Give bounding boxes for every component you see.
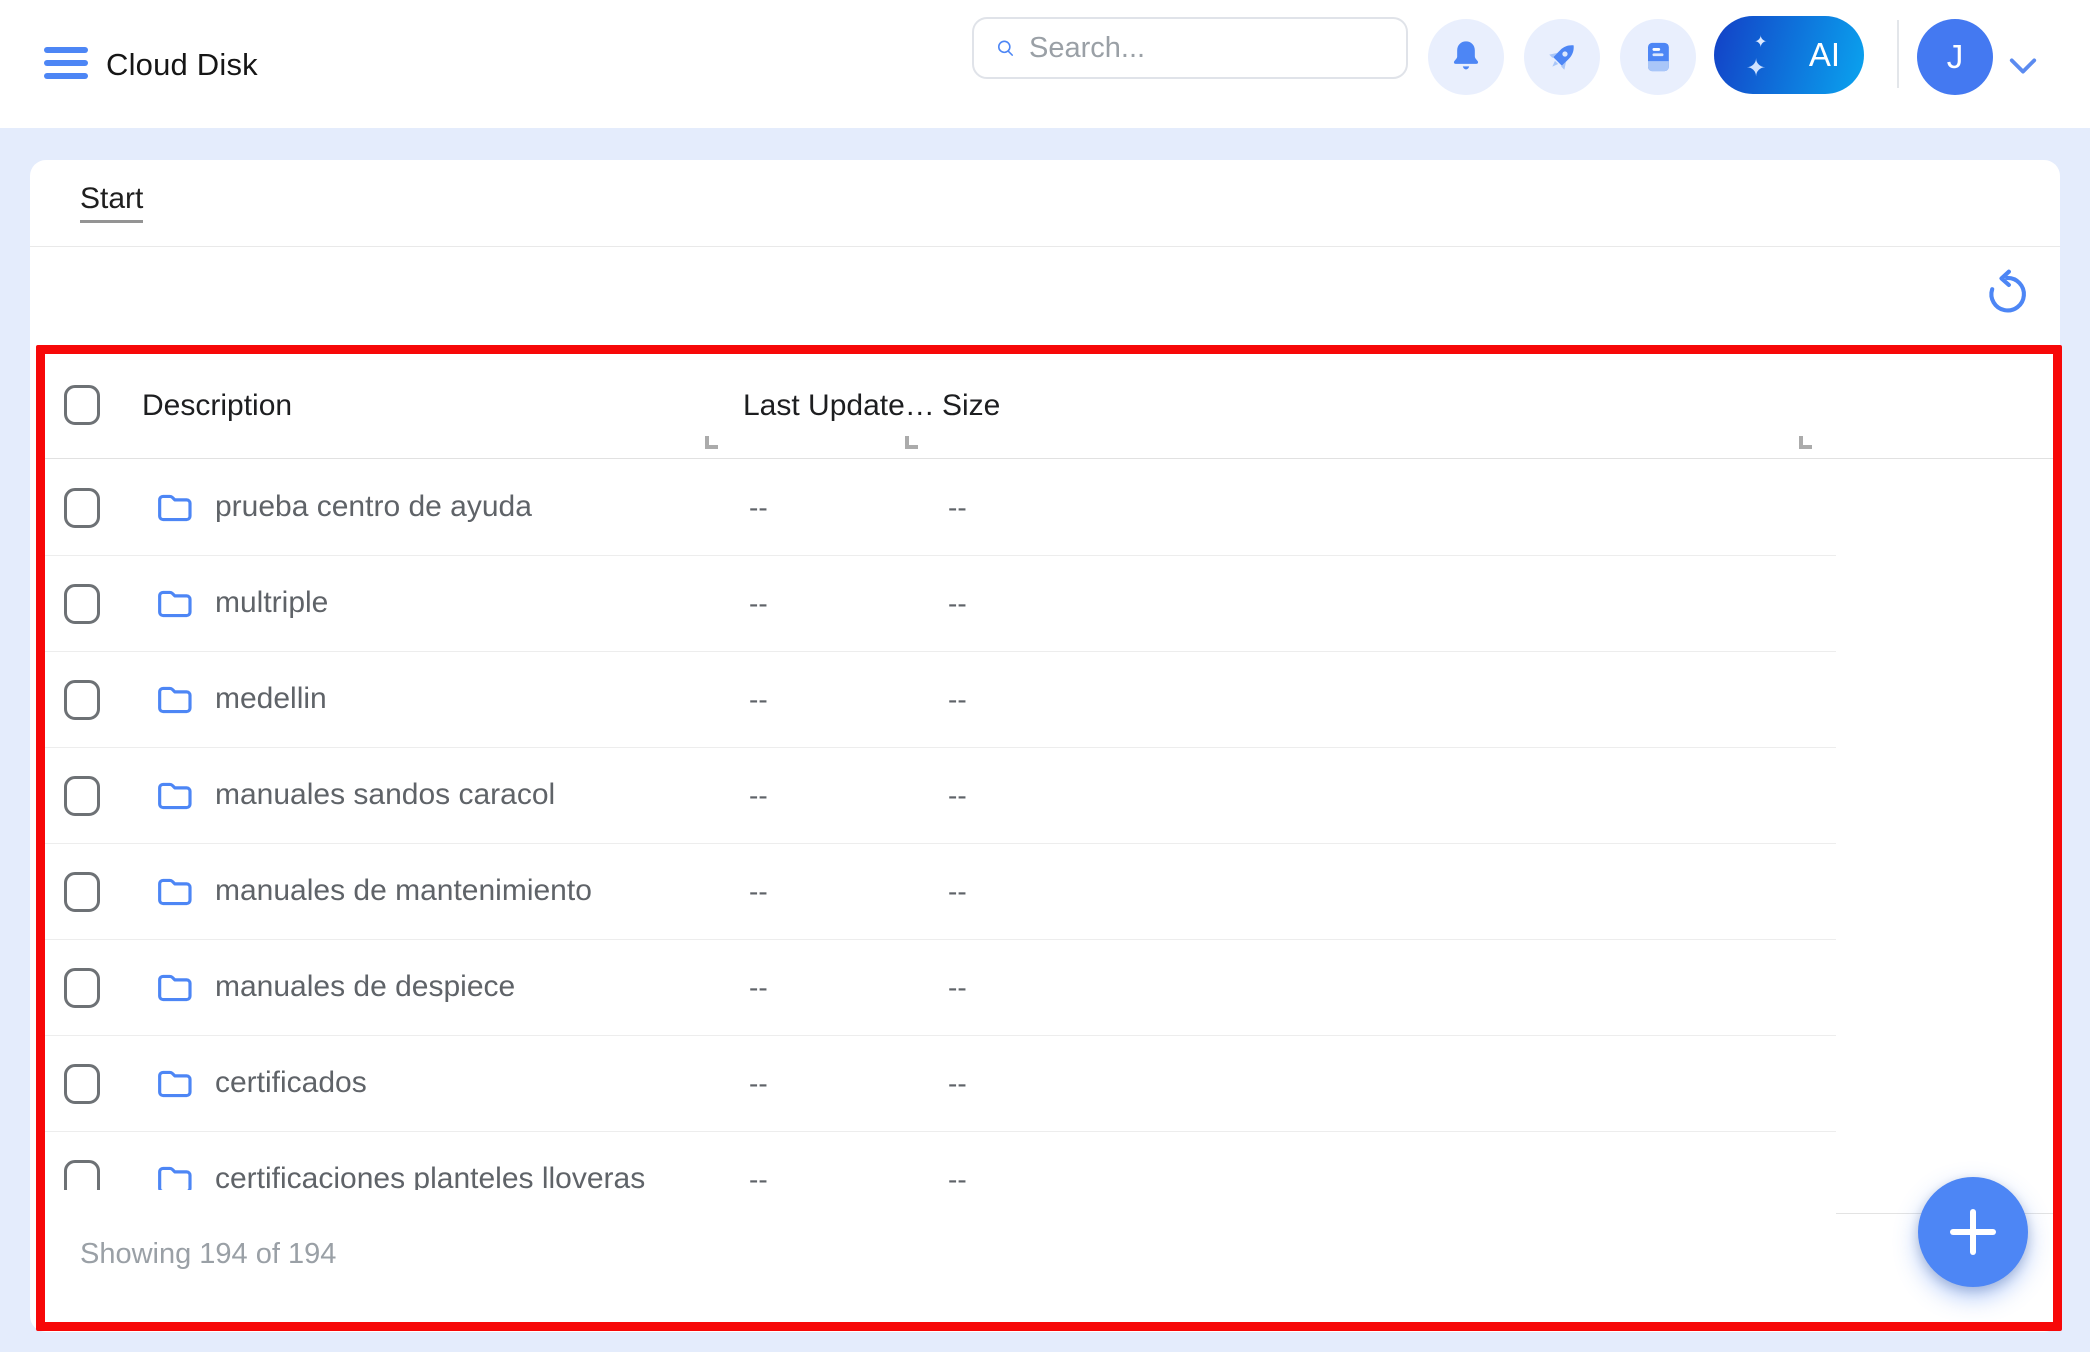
sparkle-icon: ✦ [1754, 32, 1767, 52]
item-name[interactable]: manuales de mantenimiento [215, 874, 592, 908]
item-name[interactable]: certificados [215, 1066, 367, 1100]
item-size: -- [948, 972, 967, 1004]
table-row[interactable]: medellin -- -- [36, 652, 1836, 748]
folder-icon [154, 1064, 194, 1104]
documents-button[interactable] [1620, 19, 1696, 95]
table-row[interactable]: multriple -- -- [36, 556, 1836, 652]
table-row[interactable]: manuales de despiece -- -- [36, 940, 1836, 1036]
bell-icon [1446, 37, 1486, 77]
column-header-last-update[interactable]: Last Update… [743, 389, 935, 423]
folder-icon [154, 488, 194, 528]
header-divider [1897, 20, 1899, 88]
column-header-size[interactable]: Size [942, 389, 1000, 423]
table-row[interactable]: manuales sandos caracol -- -- [36, 748, 1836, 844]
document-icon [1638, 37, 1678, 77]
breadcrumb-divider [30, 246, 2060, 247]
folder-icon [154, 968, 194, 1008]
item-last-update: -- [749, 492, 768, 524]
row-checkbox[interactable] [64, 680, 100, 720]
row-checkbox[interactable] [64, 1160, 100, 1190]
app-title: Cloud Disk [106, 47, 258, 83]
search-icon [996, 27, 1015, 69]
item-last-update: -- [749, 684, 768, 716]
refresh-icon [1982, 268, 2034, 320]
notifications-button[interactable] [1428, 19, 1504, 95]
select-all-checkbox[interactable] [64, 385, 100, 425]
column-header-description[interactable]: Description [142, 389, 292, 423]
launch-button[interactable] [1524, 19, 1600, 95]
search-box[interactable] [972, 17, 1408, 79]
row-checkbox[interactable] [64, 776, 100, 816]
item-name[interactable]: manuales sandos caracol [215, 778, 555, 812]
item-name[interactable]: manuales de despiece [215, 970, 515, 1004]
item-size: -- [948, 492, 967, 524]
column-resize-handle[interactable] [705, 436, 718, 449]
row-checkbox[interactable] [64, 968, 100, 1008]
item-name[interactable]: certificaciones planteles lloveras [215, 1162, 645, 1190]
table-header: Description Last Update… Size [30, 345, 2060, 459]
folder-icon [154, 584, 194, 624]
avatar-initial: J [1947, 38, 1964, 76]
table-row[interactable]: certificados -- -- [36, 1036, 1836, 1132]
item-last-update: -- [749, 1164, 768, 1190]
refresh-button[interactable] [1982, 268, 2034, 320]
item-last-update: -- [749, 780, 768, 812]
column-resize-handle[interactable] [905, 436, 918, 449]
content-card: Start Description Last Update… Size prue… [30, 160, 2060, 1332]
table-header-divider [36, 458, 2062, 459]
ai-button-label: AI [1809, 36, 1840, 74]
folder-icon [154, 872, 194, 912]
item-name[interactable]: prueba centro de ayuda [215, 490, 532, 524]
item-size: -- [948, 588, 967, 620]
sparkle-icon: ✦ [1746, 54, 1766, 83]
folder-icon [154, 1160, 194, 1190]
folder-icon [154, 776, 194, 816]
item-last-update: -- [749, 1068, 768, 1100]
breadcrumb-start-link[interactable]: Start [80, 182, 143, 223]
table-rows: prueba centro de ayuda -- -- multriple -… [36, 460, 1836, 1190]
item-size: -- [948, 780, 967, 812]
search-input[interactable] [1029, 32, 1406, 65]
ai-assistant-button[interactable]: ✦ ✦ AI [1714, 16, 1864, 94]
table-row[interactable]: prueba centro de ayuda -- -- [36, 460, 1836, 556]
item-size: -- [948, 1164, 967, 1190]
folder-icon [154, 680, 194, 720]
item-last-update: -- [749, 876, 768, 908]
rocket-icon [1541, 36, 1583, 78]
avatar[interactable]: J [1917, 19, 1993, 95]
menu-icon[interactable] [44, 47, 88, 79]
row-checkbox[interactable] [64, 1064, 100, 1104]
item-last-update: -- [749, 972, 768, 1004]
table-row[interactable]: certificaciones planteles lloveras -- -- [36, 1132, 1836, 1190]
table-row[interactable]: manuales de mantenimiento -- -- [36, 844, 1836, 940]
add-button[interactable] [1918, 1177, 2028, 1287]
row-checkbox[interactable] [64, 872, 100, 912]
item-last-update: -- [749, 588, 768, 620]
top-header: Cloud Disk [0, 0, 2090, 128]
row-checkbox[interactable] [64, 488, 100, 528]
column-resize-handle[interactable] [1799, 436, 1812, 449]
item-name[interactable]: multriple [215, 586, 328, 620]
item-name[interactable]: medellin [215, 682, 327, 716]
item-size: -- [948, 684, 967, 716]
item-size: -- [948, 876, 967, 908]
row-checkbox[interactable] [64, 584, 100, 624]
chevron-down-icon[interactable] [2008, 55, 2038, 82]
item-size: -- [948, 1068, 967, 1100]
showing-count: Showing 194 of 194 [80, 1238, 336, 1271]
